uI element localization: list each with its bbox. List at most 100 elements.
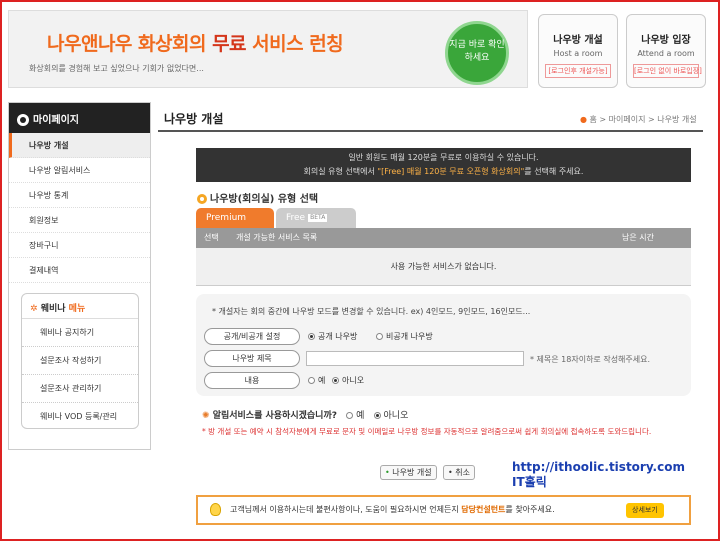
tab-free-label: Free xyxy=(286,213,306,223)
banner-title-part2: 서비스 런칭 xyxy=(246,33,344,55)
notice-line1: 일반 회원도 매월 120분을 무료로 이용하실 수 있습니다. xyxy=(348,153,539,162)
service-table-empty: 사용 가능한 서비스가 없습니다. xyxy=(196,248,691,286)
notice-line2-post: 를 선택해 주세요. xyxy=(524,167,584,176)
help-text-highlight: 담당컨설턴트 xyxy=(461,505,506,514)
room-name-hint: * 제목은 18자이하로 작성해주세요. xyxy=(530,355,651,364)
attend-room-subtitle: Attend a room xyxy=(637,49,695,58)
attend-room-note: [로그인 없이 바로입장] xyxy=(633,64,702,78)
webinar-item-vod[interactable]: 웨비나 VOD 등록/관리 xyxy=(22,403,138,431)
alarm-warning: * 방 개설 또는 예약 시 참석자분에게 무료로 문자 및 이메일로 나우방 … xyxy=(202,427,652,436)
col-services: 개설 가능한 서비스 목록 xyxy=(236,233,318,242)
sidebar-heading-label: 마이페이지 xyxy=(33,115,79,126)
help-bar: 고객님께서 이용하시는데 불편사항이나, 도움이 필요하시면 언제든지 담당컨설… xyxy=(196,495,691,525)
tab-free[interactable]: Free BETA xyxy=(276,208,356,228)
lightbulb-icon xyxy=(210,503,221,516)
webinar-item-survey-create[interactable]: 설문조사 작성하기 xyxy=(22,347,138,375)
col-remaining: 남은 시간 xyxy=(622,233,654,242)
visibility-label: 공개/비공개 설정 xyxy=(204,328,300,345)
visibility-public-label: 공개 나우방 xyxy=(318,332,358,341)
banner-subtitle: 화상회의를 경험해 보고 싶었으나 기회가 없었다면... xyxy=(29,64,204,73)
content-no-label: 아니오 xyxy=(342,376,365,385)
mypage-icon xyxy=(17,114,29,126)
alarm-yes-radio[interactable] xyxy=(346,412,354,419)
room-name-label: 나우방 제목 xyxy=(204,350,300,367)
watermark-url: http://ithoolic.tistory.com xyxy=(512,460,685,474)
visibility-private-option[interactable]: 비공개 나우방 xyxy=(376,331,433,342)
content-yes-option[interactable]: 예 xyxy=(308,375,325,386)
form-description: * 개설자는 회의 중간에 나우방 모드를 변경할 수 있습니다. ex) 4인… xyxy=(212,307,531,316)
webinar-menu-heading: ✲ 웨비나 메뉴 xyxy=(22,294,138,319)
breadcrumb-bullet-icon: ● xyxy=(580,115,587,124)
attend-room-title: 나우방 입장 xyxy=(641,35,691,46)
sidebar-item-stats[interactable]: 나우방 통계 xyxy=(9,183,150,208)
sidebar: 마이페이지 나우방 개설 나우방 알림서비스 나우방 통계 회원정보 장바구니 … xyxy=(8,102,151,450)
sidebar-item-alarm[interactable]: 나우방 알림서비스 xyxy=(9,158,150,183)
col-select: 선택 xyxy=(204,233,219,242)
room-form: * 개설자는 회의 중간에 나우방 모드를 변경할 수 있습니다. ex) 4인… xyxy=(196,294,691,396)
beta-badge: BETA xyxy=(308,213,328,222)
breadcrumb-text: 홈 > 마이페이지 > 나우방 개설 xyxy=(589,115,697,124)
bullet-icon: • xyxy=(385,468,390,477)
sidebar-item-cart[interactable]: 장바구니 xyxy=(9,233,150,258)
alarm-yes-option[interactable]: 예 xyxy=(346,411,364,421)
host-room-title: 나우방 개설 xyxy=(553,35,603,46)
banner-cta-button[interactable]: 지금 바로 확인하세요 xyxy=(445,21,509,85)
sparkle-icon: ✲ xyxy=(30,304,38,314)
sidebar-heading: 마이페이지 xyxy=(9,103,150,133)
content-yes-label: 예 xyxy=(318,376,326,385)
promo-banner[interactable]: 나우앤나우 화상회의 무료 서비스 런칭 화상회의를 경험해 보고 싶었으나 기… xyxy=(8,10,528,88)
ring-icon xyxy=(197,194,207,204)
service-table-header: 선택 개설 가능한 서비스 목록 남은 시간 xyxy=(196,228,691,248)
content-no-option[interactable]: 아니오 xyxy=(332,375,364,386)
sidebar-item-member-info[interactable]: 회원정보 xyxy=(9,208,150,233)
notice-box: 일반 회원도 매월 120분을 무료로 이용하실 수 있습니다. 회의실 유형 … xyxy=(196,148,691,182)
attend-room-card[interactable]: 나우방 입장 Attend a room [로그인 없이 바로입장] xyxy=(626,14,706,88)
watermark-name: IT홀릭 xyxy=(512,475,547,489)
help-text-pre: 고객님께서 이용하시는데 불편사항이나, 도움이 필요하시면 언제든지 xyxy=(230,505,462,514)
open-room-button[interactable]: • 나우방 개설 xyxy=(380,465,437,480)
alarm-no-radio[interactable] xyxy=(373,412,381,419)
alarm-no-label: 아니오 xyxy=(383,411,409,421)
sidebar-item-open-room[interactable]: 나우방 개설 xyxy=(9,133,150,158)
notice-line2-pre: 회의실 유형 선택에서 xyxy=(303,167,378,176)
content-no-radio[interactable] xyxy=(332,377,339,384)
cancel-label: 취소 xyxy=(455,468,470,477)
webinar-item-survey-manage[interactable]: 설문조사 관리하기 xyxy=(22,375,138,403)
cancel-button[interactable]: • 취소 xyxy=(443,465,475,480)
content-yes-radio[interactable] xyxy=(308,377,315,384)
banner-title: 나우앤나우 화상회의 무료 서비스 런칭 xyxy=(47,29,344,56)
alarm-no-option[interactable]: 아니오 xyxy=(373,411,409,421)
watermark: http://ithoolic.tistory.com IT홀릭 xyxy=(512,460,685,490)
room-name-input[interactable] xyxy=(306,351,524,366)
tab-premium[interactable]: Premium xyxy=(196,208,274,228)
visibility-private-radio[interactable] xyxy=(376,333,383,340)
sun-icon: ✺ xyxy=(202,411,210,421)
visibility-private-label: 비공개 나우방 xyxy=(386,332,433,341)
host-room-note: [로그인후 개설가능] xyxy=(545,64,611,78)
webinar-item-notice[interactable]: 웨비나 공지하기 xyxy=(22,319,138,347)
visibility-public-option[interactable]: 공개 나우방 xyxy=(308,331,357,342)
webinar-heading-b: 메뉴 xyxy=(68,304,86,314)
notice-line2: 회의실 유형 선택에서 "[Free] 매월 120분 무료 오픈형 화상회의"… xyxy=(196,165,691,179)
help-text-post: 를 찾아주세요. xyxy=(505,505,555,514)
webinar-heading-a: 웨비나 xyxy=(40,304,69,314)
alarm-yes-label: 예 xyxy=(356,411,365,421)
visibility-public-radio[interactable] xyxy=(308,333,315,340)
alarm-question: ✺ 알림서비스를 사용하시겠습니까? 예 아니오 xyxy=(202,408,408,421)
breadcrumb: ● 홈 > 마이페이지 > 나우방 개설 xyxy=(580,114,697,125)
detail-button[interactable]: 상세보기 xyxy=(626,503,664,518)
title-divider xyxy=(158,130,703,132)
host-room-card[interactable]: 나우방 개설 Host a room [로그인후 개설가능] xyxy=(538,14,618,88)
webinar-menu: ✲ 웨비나 메뉴 웨비나 공지하기 설문조사 작성하기 설문조사 관리하기 웨비… xyxy=(21,293,139,429)
banner-title-part1: 나우앤나우 화상회의 xyxy=(47,33,213,55)
alarm-question-text: 알림서비스를 사용하시겠습니까? xyxy=(212,411,337,421)
banner-title-free: 무료 xyxy=(212,33,247,55)
sidebar-item-payments[interactable]: 결제내역 xyxy=(9,258,150,283)
notice-line2-highlight: "[Free] 매월 120분 무료 오픈형 화상회의" xyxy=(377,167,525,176)
content-label: 내용 xyxy=(204,372,300,389)
open-room-label: 나우방 개설 xyxy=(392,468,432,477)
section-title: 나우방(회의실) 유형 선택 xyxy=(197,190,318,205)
section-title-text: 나우방(회의실) 유형 선택 xyxy=(210,194,319,205)
page-title: 나우방 개설 xyxy=(164,112,224,126)
host-room-subtitle: Host a room xyxy=(553,49,603,58)
